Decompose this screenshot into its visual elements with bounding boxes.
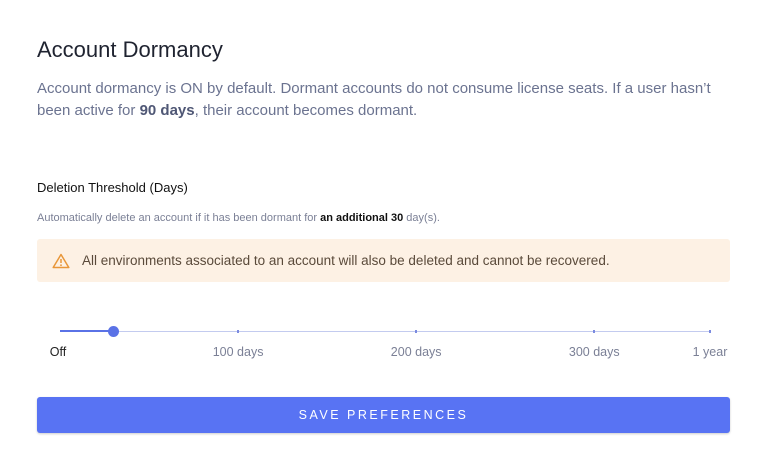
slider-tick-label: 100 days (212, 345, 264, 359)
slider-thumb[interactable] (107, 326, 119, 337)
slider-tick (709, 330, 711, 333)
slider-tick (237, 330, 240, 333)
description-text-end: , their account becomes dormant. (194, 102, 418, 119)
help-text-end: day(s). (403, 212, 440, 224)
help-value: an additional 30 (320, 212, 404, 224)
page-title: Account Dormancy (37, 37, 223, 62)
warning-banner: All environments associated to an accoun… (37, 239, 730, 282)
slider-tick (415, 330, 418, 333)
slider-fill (60, 330, 114, 332)
save-preferences-button[interactable]: SAVE PREFERENCES (37, 397, 730, 433)
deletion-threshold-label: Deletion Threshold (Days) (37, 180, 188, 195)
warning-triangle-icon (52, 253, 70, 268)
slider-tick-label: Off (49, 345, 67, 359)
dormancy-days: 90 days (139, 102, 195, 119)
dormancy-description: Account dormancy is ON by default. Dorma… (37, 78, 737, 122)
deletion-threshold-help: Automatically delete an account if it ha… (37, 212, 440, 224)
slider-tick-label: 300 days (568, 345, 620, 359)
slider-tick (593, 330, 596, 333)
deletion-threshold-slider[interactable] (60, 325, 711, 339)
slider-tick-label: 200 days (390, 345, 442, 359)
slider-tick-label: 1 year (692, 345, 728, 359)
help-text: Automatically delete an account if it ha… (37, 212, 321, 224)
warning-text: All environments associated to an accoun… (82, 253, 610, 268)
slider-track[interactable] (60, 331, 710, 332)
